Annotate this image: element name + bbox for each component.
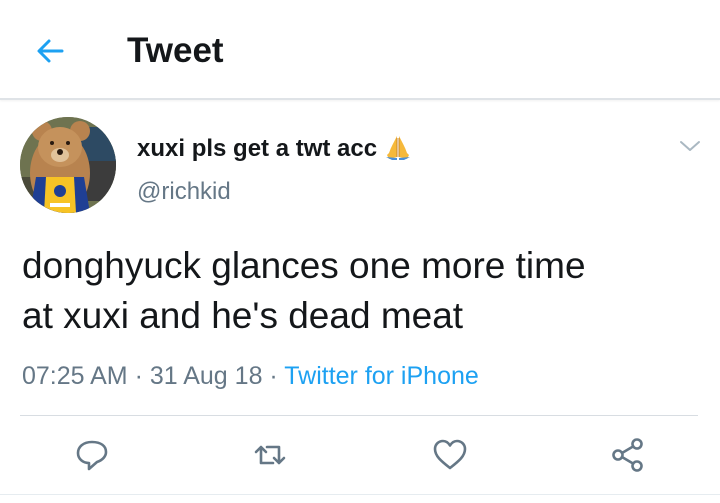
avatar-image [20, 117, 116, 213]
top-bar: Tweet [0, 0, 720, 100]
arrow-left-icon [37, 39, 64, 63]
tweet-detail-screen: Tweet xuxi pls get a twt acc @richkid do… [0, 0, 720, 503]
action-bar [0, 425, 720, 485]
divider [20, 415, 698, 416]
back-button[interactable] [28, 29, 72, 73]
avatar[interactable] [20, 117, 116, 213]
tweet-text-line-2: at xuxi and he's dead meat [22, 295, 464, 336]
tweet-metadata: 07:25 AM · 31 Aug 18 · Twitter for iPhon… [22, 361, 479, 391]
share-icon [612, 438, 643, 472]
tweet-source-link[interactable]: Twitter for iPhone [284, 362, 479, 390]
share-button[interactable] [606, 433, 650, 477]
meta-separator: · [262, 362, 285, 390]
author-handle[interactable]: @richkid [137, 178, 231, 206]
retweet-icon [254, 445, 286, 465]
meta-separator: · [127, 362, 150, 390]
heart-icon [433, 439, 467, 470]
retweet-button[interactable] [248, 433, 292, 477]
reply-icon [76, 440, 108, 471]
page-title: Tweet [127, 31, 224, 70]
divider [0, 494, 720, 495]
chevron-down-icon [680, 141, 700, 151]
praying-hands-icon [386, 136, 410, 160]
author-display-name[interactable]: xuxi pls get a twt acc [137, 135, 377, 163]
like-button[interactable] [428, 433, 472, 477]
tweet-text-line-1: donghyuck glances one more time [22, 245, 586, 286]
tweet-text: donghyuck glances one more time at xuxi … [22, 241, 702, 341]
reply-button[interactable] [70, 433, 114, 477]
tweet-time: 07:25 AM [22, 362, 128, 390]
tweet-options-button[interactable] [672, 130, 708, 162]
tweet-date: 31 Aug 18 [149, 362, 263, 390]
